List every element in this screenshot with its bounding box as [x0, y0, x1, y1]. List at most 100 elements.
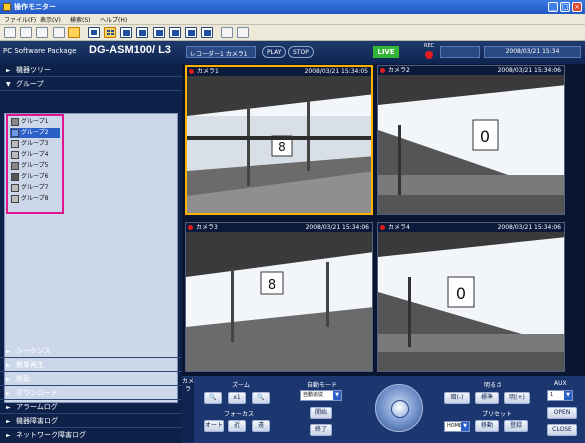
brightness-standard-button[interactable]: 標準 — [475, 392, 499, 404]
aux-open-button[interactable]: OPEN — [547, 407, 577, 419]
auto-mode-label: 自動モード — [307, 382, 338, 389]
start-button[interactable]: 開始 — [310, 407, 332, 419]
expand-arrow-icon: ► — [6, 376, 11, 383]
close-button[interactable]: × — [572, 2, 582, 12]
header-band: PC Software Package DG-ASM100/ L3 レコーダー1… — [0, 41, 585, 64]
chevron-down-icon: ▼ — [461, 422, 469, 431]
group-item-selected[interactable]: グループ2 — [10, 128, 60, 138]
svg-text:8: 8 — [268, 278, 276, 293]
joystick-knob[interactable] — [391, 400, 409, 418]
layout-7-icon[interactable] — [136, 27, 148, 38]
camera-name: カメラ2 — [388, 67, 410, 74]
brightness-bright-button[interactable]: 明(+) — [504, 392, 530, 404]
menu-search[interactable]: 検索(S) — [70, 15, 91, 24]
datetime-display: 2008/03/21 15:34 — [484, 46, 581, 58]
camera-view-1[interactable]: カメラ1 2008/03/21 15:34:05 8 — [185, 65, 373, 215]
print-icon[interactable] — [20, 27, 32, 38]
layout-grid-icon — [11, 195, 19, 203]
multi-window-icon[interactable] — [68, 27, 80, 38]
open-window-icon[interactable] — [53, 27, 65, 38]
layout-6-icon[interactable] — [120, 27, 132, 38]
aux-label: AUX — [554, 380, 567, 387]
layout-4-icon[interactable] — [104, 27, 116, 38]
aux-dropdown[interactable]: 1 ▼ — [547, 390, 573, 401]
sidebar-sequence[interactable]: ► シーケンス — [0, 345, 182, 358]
layout-16-icon[interactable] — [201, 27, 213, 38]
sidebar-alarm-log[interactable]: ► アラームログ — [0, 401, 182, 414]
live-dot-icon — [189, 69, 194, 74]
fullscreen-icon[interactable] — [221, 27, 233, 38]
layout-grid-icon — [11, 140, 19, 148]
group-item[interactable]: グループ3 — [10, 139, 60, 149]
zoom-out-button[interactable]: 🔍 — [204, 392, 222, 404]
zoom-in-button[interactable]: 🔍 — [252, 392, 270, 404]
group-label: グループ — [16, 80, 44, 88]
focus-near-button[interactable]: 近 — [228, 420, 246, 432]
easy-playback-label: 簡単再生 — [16, 361, 44, 369]
camera-timestamp: 2008/03/21 15:34:06 — [305, 224, 369, 231]
layout-quad-icon — [11, 173, 19, 181]
camera-name: カメラ4 — [388, 224, 410, 231]
camera-view-4[interactable]: カメラ4 2008/03/21 15:34:06 0 — [377, 222, 565, 372]
sidebar-download[interactable]: ► ダウンロード — [0, 387, 182, 400]
preset-dropdown[interactable]: HOME ▼ — [444, 421, 470, 432]
search-label: 検索 — [16, 375, 30, 383]
group-item[interactable]: グループ1 — [10, 117, 60, 127]
aux-value: 1 — [550, 392, 554, 398]
preset-move-button[interactable]: 移動 — [475, 420, 499, 432]
camera-caption: カメラ3 2008/03/21 15:34:06 — [186, 223, 372, 232]
camera-image: 8 — [186, 232, 372, 371]
group-item[interactable]: グループ8 — [10, 194, 60, 204]
device-error-log-label: 機器障害ログ — [16, 417, 58, 425]
group-item[interactable]: グループ6 — [10, 172, 60, 182]
pan-tilt-joystick[interactable] — [375, 384, 423, 432]
layout-10-icon[interactable] — [169, 27, 181, 38]
focus-auto-button[interactable]: オート — [204, 420, 224, 432]
expand-arrow-icon: ► — [6, 418, 11, 425]
sidebar-device-tree[interactable]: ► 機器ツリー — [0, 64, 182, 77]
sidebar-easy-playback[interactable]: ► 簡単再生 — [0, 359, 182, 372]
menu-view[interactable]: 表示(V) — [40, 15, 61, 24]
sequence-label: シーケンス — [16, 347, 51, 355]
sidebar-device-error-log[interactable]: ► 機器障害ログ — [0, 415, 182, 428]
control-panel: カメラ ズーム 🔍 x1 🔍 フォーカス オート 近 遠 自動モード 自動追従 ▼… — [182, 376, 585, 443]
group-item-label: グループ1 — [21, 118, 49, 125]
menu-file[interactable]: ファイル(F) — [4, 15, 36, 24]
group-item[interactable]: グループ4 — [10, 150, 60, 160]
auto-mode-dropdown[interactable]: 自動追従 ▼ — [300, 390, 342, 401]
minimize-button[interactable]: _ — [548, 2, 558, 12]
chevron-down-icon: ▼ — [333, 391, 341, 400]
zoom-x1-button[interactable]: x1 — [228, 392, 246, 404]
camera-view-2[interactable]: カメラ2 2008/03/21 15:34:06 0 — [377, 65, 565, 215]
stop-button[interactable]: STOP — [288, 46, 314, 58]
group-item-label: グループ7 — [21, 184, 49, 191]
group-item[interactable]: グループ7 — [10, 183, 60, 193]
preset-register-button[interactable]: 登録 — [504, 420, 528, 432]
sidebar-network-error-log[interactable]: ► ネットワーク障害ログ — [0, 429, 182, 442]
camera-caption: カメラ1 2008/03/21 15:34:05 — [187, 67, 371, 76]
camera-icon[interactable] — [4, 27, 16, 38]
aux-close-button[interactable]: CLOSE — [547, 424, 577, 436]
maximize-button[interactable]: □ — [560, 2, 570, 12]
menu-help[interactable]: ヘルプ(H) — [100, 15, 127, 24]
camera-view-3[interactable]: カメラ3 2008/03/21 15:34:06 8 — [185, 222, 373, 372]
camera-caption: カメラ2 2008/03/21 15:34:06 — [378, 66, 564, 75]
zoom-view-icon[interactable] — [237, 27, 249, 38]
sidebar-group[interactable]: ▼ グループ — [0, 78, 182, 91]
focus-far-button[interactable]: 遠 — [252, 420, 270, 432]
camera-control-tab[interactable]: カメラ — [182, 378, 194, 442]
layout-1-icon[interactable] — [88, 27, 100, 38]
layout-9-icon[interactable] — [153, 27, 165, 38]
camera-grid: カメラ1 2008/03/21 15:34:05 8 カメラ2 2008/03/21… — [182, 64, 585, 376]
end-button[interactable]: 終了 — [310, 424, 332, 436]
group-item[interactable]: グループ5 — [10, 161, 60, 171]
layout-single-icon — [11, 118, 19, 126]
layout-13-icon[interactable] — [185, 27, 197, 38]
preset-label: プリセット — [482, 411, 513, 418]
play-button[interactable]: PLAY — [262, 46, 287, 58]
camera-timestamp: 2008/03/21 15:34:06 — [497, 67, 561, 74]
group-item-label: グループ5 — [21, 162, 49, 169]
export-icon[interactable] — [36, 27, 48, 38]
sidebar-search[interactable]: ► 検索 — [0, 373, 182, 386]
brightness-dark-button[interactable]: 暗(-) — [444, 392, 470, 404]
